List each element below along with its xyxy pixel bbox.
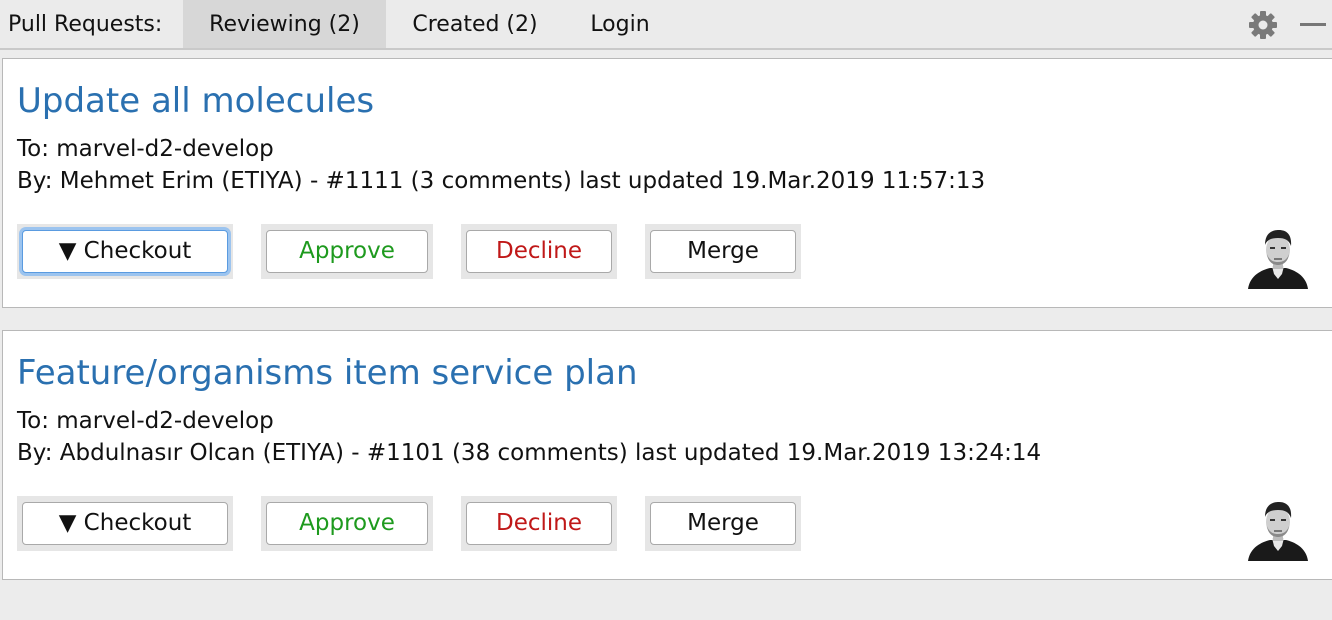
approve-button[interactable]: Approve <box>266 230 428 273</box>
pull-request-title[interactable]: Update all molecules <box>17 81 374 121</box>
tab-login[interactable]: Login <box>564 0 676 48</box>
avatar <box>1246 227 1310 289</box>
pull-request-target-branch: To: marvel-d2-develop <box>17 408 274 434</box>
minimize-icon[interactable] <box>1300 23 1326 26</box>
approve-button-container: Approve <box>261 496 433 551</box>
checkout-button-container: ▼ Checkout <box>17 224 233 279</box>
pull-request-target-branch: To: marvel-d2-develop <box>17 136 274 162</box>
avatar <box>1246 499 1310 561</box>
decline-button[interactable]: Decline <box>466 230 612 273</box>
pull-request-title[interactable]: Feature/organisms item service plan <box>17 353 638 393</box>
checkout-button[interactable]: ▼ Checkout <box>22 230 228 273</box>
pull-request-author-info: By: Mehmet Erim (ETIYA) - #1111 (3 comme… <box>17 168 986 194</box>
merge-button-container: Merge <box>645 224 801 279</box>
checkout-button[interactable]: ▼ Checkout <box>22 502 228 545</box>
pull-request-card: Update all molecules To: marvel-d2-devel… <box>2 58 1332 308</box>
decline-button-container: Decline <box>461 496 617 551</box>
gear-icon[interactable] <box>1247 9 1279 41</box>
decline-button-container: Decline <box>461 224 617 279</box>
pull-request-author-info: By: Abdulnasır Olcan (ETIYA) - #1101 (38… <box>17 440 1042 466</box>
tab-created[interactable]: Created (2) <box>386 0 564 48</box>
merge-button[interactable]: Merge <box>650 502 796 545</box>
decline-button[interactable]: Decline <box>466 502 612 545</box>
checkout-button-container: ▼ Checkout <box>17 496 233 551</box>
pull-request-card: Feature/organisms item service plan To: … <box>2 330 1332 580</box>
pull-requests-tab-bar: Pull Requests: Reviewing (2) Created (2)… <box>0 0 1332 50</box>
pull-requests-label: Pull Requests: <box>8 12 163 37</box>
approve-button[interactable]: Approve <box>266 502 428 545</box>
tab-reviewing[interactable]: Reviewing (2) <box>183 0 386 48</box>
approve-button-container: Approve <box>261 224 433 279</box>
merge-button[interactable]: Merge <box>650 230 796 273</box>
merge-button-container: Merge <box>645 496 801 551</box>
